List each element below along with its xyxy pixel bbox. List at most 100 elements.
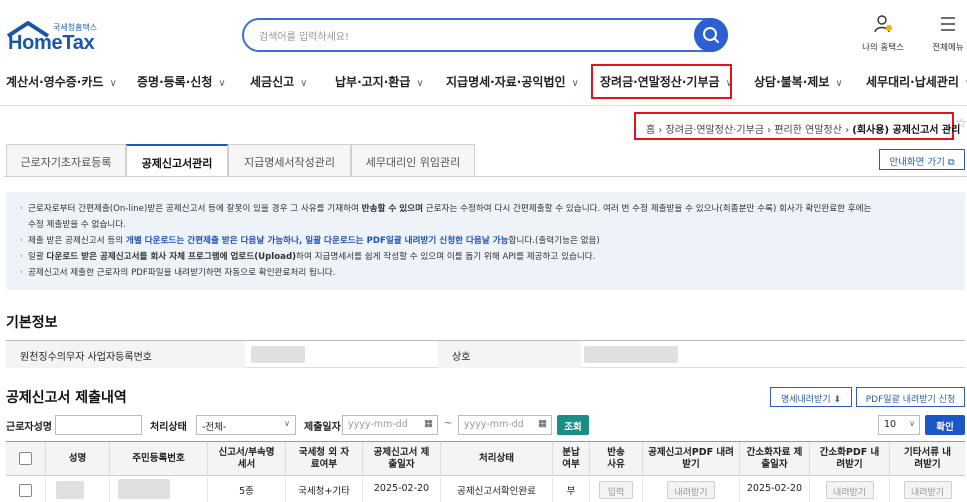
col-etc-docs: 기타서류 내려받기 bbox=[890, 442, 965, 476]
col-name: 성명 bbox=[46, 442, 110, 476]
pdf-download-button[interactable]: 내려받기 bbox=[667, 481, 715, 499]
tab-agent-delegation[interactable]: 세무대리인 위임관리 bbox=[351, 144, 475, 176]
search-button[interactable] bbox=[694, 18, 728, 52]
tab-label: 지급명세서작성관리 bbox=[243, 156, 336, 169]
col-submit-date-label: 공제신고서 제출일자 bbox=[373, 446, 430, 470]
date-to-placeholder: yyyy-mm-dd bbox=[464, 419, 524, 430]
tab-payment-statement[interactable]: 지급명세서작성관리 bbox=[228, 144, 351, 176]
nav-item-certificate[interactable]: 증명·등록·신청 ∨ bbox=[137, 73, 226, 90]
guide-screen-button[interactable]: 안내화면 가기 ⧉ bbox=[879, 149, 965, 170]
detail-download-button[interactable]: 명세내려받기 ⬇ bbox=[770, 387, 852, 407]
row-forms[interactable]: 5종 bbox=[208, 477, 286, 502]
nav-item-label: 증명·등록·신청 bbox=[137, 75, 213, 89]
external-link-icon: ⧉ bbox=[947, 157, 955, 168]
hamburger-icon bbox=[941, 17, 955, 31]
search-filter-button[interactable]: 조회 bbox=[557, 415, 589, 435]
nav-item-statement[interactable]: 지급명세·자료·공익법인 ∨ bbox=[446, 73, 579, 90]
page-size-confirm-button[interactable]: 확인 bbox=[925, 415, 965, 435]
row-status: 공제신고서확인완료 bbox=[441, 477, 553, 502]
nav-item-tax-return[interactable]: 세금신고 ∨ bbox=[250, 73, 308, 90]
nav-item-consult[interactable]: 상담·불복·제보 ∨ bbox=[754, 73, 843, 90]
notice-line-2: 제출 받은 공제신고서 등의 개별 다운로드는 간편제출 받은 다음날 가능하나… bbox=[20, 233, 953, 249]
date-from-placeholder: yyyy-mm-dd bbox=[348, 419, 408, 430]
notice-text: 합니다.(출력기능은 없음) bbox=[508, 236, 600, 246]
search-input[interactable]: 검색어를 입력하세요! bbox=[259, 28, 349, 43]
col-etc-docs-label: 기타서류 내려받기 bbox=[903, 446, 951, 470]
col-simplified-pdf-label: 간소화PDF 내려받기 bbox=[819, 446, 880, 470]
col-installment: 분납 여부 bbox=[553, 442, 590, 476]
row-checkbox-cell bbox=[6, 477, 46, 502]
nav-item-label: 납부·고지·환급 bbox=[335, 75, 411, 89]
page-size-value: 10 bbox=[884, 419, 897, 430]
breadcrumb-current: (회사용) 공제신고서 관리 bbox=[852, 125, 961, 136]
user-icon bbox=[874, 15, 892, 33]
chevron-down-icon: ∨ bbox=[416, 78, 424, 89]
notice-bold: 다운로드 받은 공제신고서를 회사 자체 프로그램에 업로드(Upload) bbox=[46, 252, 297, 262]
col-forms: 신고서/부속명세서 bbox=[208, 442, 286, 476]
bizno-label: 원천징수의무자 사업자등록번호 bbox=[6, 341, 245, 368]
nav-item-label: 지급명세·자료·공익법인 bbox=[446, 75, 566, 89]
notice-line-4: 공제신고서 제출한 근로자의 PDF파일을 내려받기하면 자동으로 확인완료처리… bbox=[20, 265, 953, 281]
row-checkbox[interactable] bbox=[19, 484, 32, 497]
notice-text: 수정 제출받을 수 없습니다. bbox=[28, 220, 126, 230]
status-label: 처리상태 bbox=[150, 422, 187, 433]
simplified-pdf-button[interactable]: 내려받기 bbox=[825, 481, 874, 499]
worker-name-input[interactable] bbox=[55, 415, 142, 435]
guide-button-label: 안내화면 가기 bbox=[889, 157, 945, 168]
notice-box: 근로자로부터 간편제출(On-line)받은 공제신고서 등에 잘못이 있을 경… bbox=[6, 192, 965, 290]
status-select[interactable]: -전체- ∨ bbox=[196, 415, 296, 435]
pdf-bulk-download-button[interactable]: PDF일괄 내려받기 신청 bbox=[856, 387, 965, 407]
tab-worker-basic-data[interactable]: 근로자기초자료등록 bbox=[6, 144, 126, 176]
status-select-value: -전체- bbox=[202, 422, 227, 433]
hometax-logo[interactable]: 국세청홈택스 HomeTax bbox=[6, 20, 116, 60]
row-etc-docs-cell: 내려받기 bbox=[890, 477, 965, 502]
all-menu-label: 전체메뉴 bbox=[932, 43, 964, 53]
chevron-right-icon: › bbox=[658, 125, 666, 136]
basic-info-table: 원천징수의무자 사업자등록번호 상호 bbox=[6, 340, 965, 368]
nav-item-invoice[interactable]: 계산서·영수증·카드 ∨ bbox=[6, 73, 117, 90]
notice-text: 근로자로부터 간편제출(On-line)받은 공제신고서 등에 잘못이 있을 경… bbox=[28, 204, 362, 214]
notice-text: 근로자는 수정하여 다시 간편제출할 수 있습니다. 여러 번 수정 제출받을 … bbox=[423, 204, 872, 214]
date-to-input[interactable]: yyyy-mm-dd ▦ bbox=[458, 415, 552, 435]
chevron-down-icon: ∨ bbox=[835, 78, 843, 89]
row-name-cell bbox=[46, 477, 110, 502]
chevron-down-icon: ∨ bbox=[284, 419, 290, 428]
row-rrn-redacted bbox=[118, 479, 170, 499]
select-all-checkbox[interactable] bbox=[19, 452, 32, 465]
calendar-icon[interactable]: ▦ bbox=[538, 418, 547, 429]
my-hometax-label: 나의 홈택스 bbox=[862, 43, 904, 53]
row-external: 국세청+기타 bbox=[286, 477, 363, 502]
row-rrn-cell bbox=[110, 477, 208, 502]
company-name-label: 상호 bbox=[438, 341, 581, 368]
col-return-reason: 반송 사유 bbox=[590, 442, 643, 476]
tab-label: 세무대리인 위임관리 bbox=[365, 156, 461, 169]
logo-title: HomeTax bbox=[8, 32, 95, 54]
all-menu-button[interactable]: 전체메뉴 bbox=[923, 14, 967, 54]
chevron-down-icon: ∨ bbox=[571, 78, 579, 89]
breadcrumb-home[interactable]: 홈 bbox=[646, 125, 655, 136]
page-size-select[interactable]: 10 ∨ bbox=[878, 415, 920, 435]
breadcrumb-level2[interactable]: 편리한 연말정산 bbox=[774, 125, 842, 136]
company-name-redacted bbox=[584, 346, 678, 363]
chevron-down-icon: ∨ bbox=[909, 419, 915, 428]
col-pdf-download: 공제신고서PDF 내려받기 bbox=[643, 442, 740, 476]
nav-divider bbox=[0, 105, 967, 106]
notice-text: 제출 받은 공제신고서 등의 bbox=[28, 236, 126, 246]
tab-deduction-report[interactable]: 공제신고서관리 bbox=[126, 144, 228, 177]
search-bar[interactable]: 검색어를 입력하세요! bbox=[242, 18, 728, 52]
row-return-reason-cell: 입력 bbox=[590, 477, 643, 502]
nav-item-label: 세무대리·납세관리 bbox=[866, 75, 959, 89]
etc-docs-button[interactable]: 내려받기 bbox=[903, 481, 952, 499]
breadcrumb-level1[interactable]: 장려금·연말정산·기부금 bbox=[666, 125, 764, 136]
my-hometax-button[interactable]: 나의 홈택스 bbox=[858, 14, 908, 54]
nav-item-agent[interactable]: 세무대리·납세관리∨ bbox=[866, 73, 967, 90]
calendar-icon[interactable]: ▦ bbox=[424, 418, 433, 429]
tab-divider bbox=[4, 176, 967, 177]
nav-item-payment[interactable]: 납부·고지·환급 ∨ bbox=[335, 73, 424, 90]
date-from-input[interactable]: yyyy-mm-dd ▦ bbox=[342, 415, 438, 435]
favorite-star-icon[interactable]: ☆ bbox=[956, 116, 967, 130]
main-nav: 계산서·영수증·카드 ∨ 증명·등록·신청 ∨ 세금신고 ∨ 납부·고지·환급 ∨ 지급… bbox=[0, 66, 967, 98]
col-external-label: 국세청 외 자료여부 bbox=[298, 446, 350, 470]
return-reason-button[interactable]: 입력 bbox=[599, 481, 633, 499]
notice-highlight: 개별 다운로드는 간편제출 받은 다음날 가능하나, 일괄 다운로드는 PDF일… bbox=[125, 236, 509, 246]
